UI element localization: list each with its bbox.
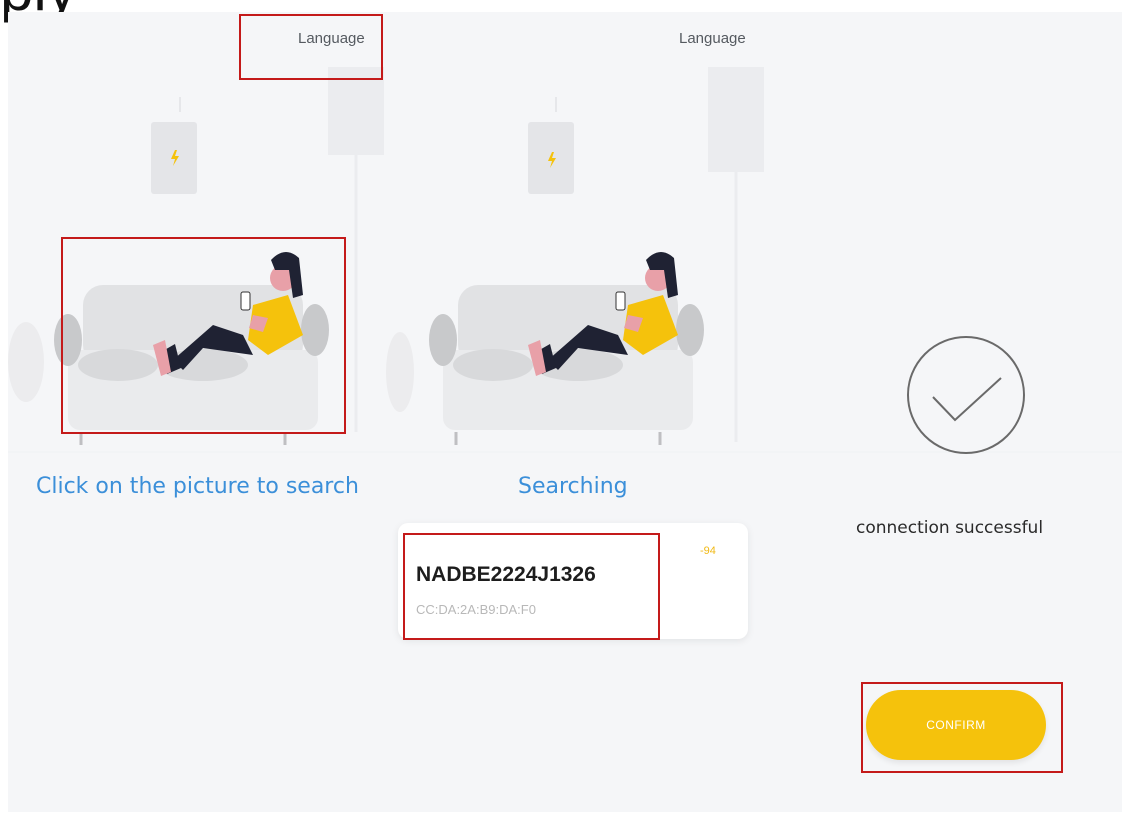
- language-link-step1[interactable]: Language: [298, 30, 365, 47]
- frame-bolt-icon: [171, 150, 179, 166]
- sofa-illustration-search[interactable]: [53, 240, 363, 450]
- device-mac-address: CC:DA:2A:B9:DA:F0: [416, 602, 536, 617]
- screenshot-root: ply Language Langua: [0, 0, 1129, 826]
- language-link-step2[interactable]: Language: [679, 30, 746, 47]
- device-name: NADBE2224J1326: [416, 563, 596, 586]
- connection-status: connection successful: [856, 518, 1044, 538]
- check-circle-icon: [907, 336, 1025, 454]
- signal-strength: -94: [700, 545, 716, 557]
- sofa-illustration-searching: [429, 251, 704, 445]
- confirm-button[interactable]: CONFIRM: [866, 690, 1046, 760]
- frame-bolt-icon: [548, 152, 556, 168]
- device-list-item[interactable]: NADBE2224J1326 CC:DA:2A:B9:DA:F0 -94: [398, 523, 748, 639]
- search-instruction: Click on the picture to search: [36, 474, 359, 499]
- searching-status: Searching: [518, 474, 628, 499]
